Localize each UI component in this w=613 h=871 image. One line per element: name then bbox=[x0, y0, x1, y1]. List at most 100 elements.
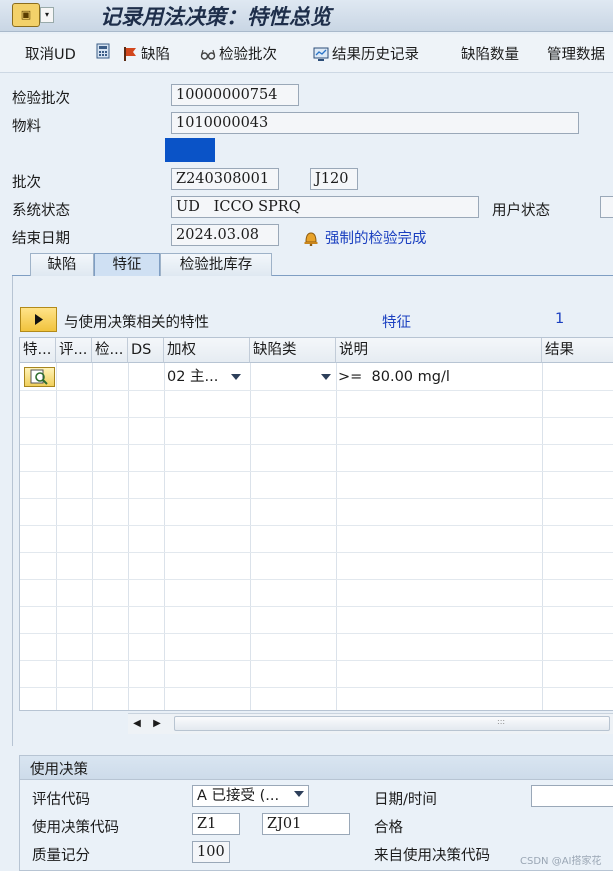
cancel-ud-label: 取消UD bbox=[25, 47, 76, 63]
valuation-code-label: 评估代码 bbox=[32, 792, 90, 808]
description-cell: >= 80.00 mg/l bbox=[338, 369, 450, 385]
sap-app-icon[interactable]: ▣ bbox=[12, 3, 40, 27]
characteristic-count: 1 bbox=[555, 311, 565, 327]
grid-row-line bbox=[20, 498, 613, 499]
manage-data-button[interactable]: 管理数据 bbox=[547, 43, 605, 64]
result-history-label: 结果历史记录 bbox=[332, 47, 419, 63]
page-title: 记录用法决策：特性总览 bbox=[100, 4, 331, 29]
scroll-thumb[interactable]: ::: bbox=[174, 716, 610, 731]
user-status-field[interactable] bbox=[600, 196, 613, 218]
forced-completion-text: 强制的检验完成 bbox=[325, 231, 427, 247]
inspection-lot-button[interactable]: 检验批次 bbox=[200, 43, 277, 64]
column-header[interactable]: 说明 bbox=[336, 338, 542, 363]
menu-dropdown-icon[interactable]: ▾ bbox=[40, 7, 54, 23]
ud-code-group-field[interactable]: Z1 bbox=[192, 813, 240, 835]
column-header[interactable]: 特... bbox=[20, 338, 56, 363]
defects-label: 缺陷 bbox=[141, 47, 170, 63]
cancel-ud-button[interactable]: 取消UD bbox=[25, 43, 76, 64]
user-status-label: 用户状态 bbox=[492, 203, 550, 219]
flag-icon bbox=[124, 46, 136, 61]
group-label: 与使用决策相关的特性 bbox=[64, 315, 209, 331]
ud-code-label: 使用决策代码 bbox=[32, 820, 119, 836]
ud-code-field[interactable]: ZJ01 bbox=[262, 813, 350, 835]
result-cell[interactable] bbox=[543, 367, 613, 387]
weight-dropdown[interactable]: 02 主... bbox=[165, 367, 249, 387]
usage-decision-title: 使用决策 bbox=[30, 762, 88, 778]
characteristic-filter-label: 特征 bbox=[382, 315, 411, 331]
ud-code-text: 合格 bbox=[374, 820, 403, 836]
inspection-lot-field-label: 检验批次 bbox=[12, 91, 70, 107]
date-time-field[interactable] bbox=[531, 785, 613, 807]
inspection-lot-field[interactable]: 10000000754 bbox=[171, 84, 299, 106]
monitor-icon bbox=[313, 47, 329, 61]
grid-row-line bbox=[20, 579, 613, 580]
manage-data-label: 管理数据 bbox=[547, 47, 605, 63]
grid-row-line bbox=[20, 471, 613, 472]
scroll-right-icon[interactable]: ▶ bbox=[150, 717, 164, 731]
forced-completion-link[interactable]: 强制的检验完成 bbox=[302, 227, 427, 248]
grid-column bbox=[128, 363, 165, 710]
highlight-block bbox=[165, 138, 215, 162]
quality-score-field[interactable]: 100 bbox=[192, 841, 230, 863]
bell-icon bbox=[304, 231, 318, 246]
defect-quantity-label: 缺陷数量 bbox=[461, 47, 519, 63]
tab-characteristics-label: 特征 bbox=[112, 257, 142, 273]
grid-row-line bbox=[20, 687, 613, 688]
grid-column bbox=[250, 363, 337, 710]
plant-field[interactable]: J120 bbox=[310, 168, 358, 190]
defect-class-dropdown[interactable] bbox=[251, 367, 335, 387]
grid-row-line bbox=[20, 444, 613, 445]
scroll-left-icon[interactable]: ◀ bbox=[130, 717, 144, 731]
characteristics-table: 特... 评... 检... DS 加权 缺陷类 说明 结果 02 主... >… bbox=[19, 337, 613, 711]
grip-icon: ::: bbox=[497, 717, 506, 726]
material-field-label: 物料 bbox=[12, 119, 41, 135]
chevron-down-icon bbox=[231, 374, 241, 380]
date-time-label: 日期/时间 bbox=[374, 792, 437, 808]
magnifier-icon bbox=[30, 369, 48, 385]
column-header[interactable]: 结果 bbox=[542, 338, 613, 363]
batch-field-label: 批次 bbox=[12, 175, 41, 191]
play-icon bbox=[35, 314, 43, 325]
column-header[interactable]: 检... bbox=[92, 338, 128, 363]
grid-row-line bbox=[20, 552, 613, 553]
tab-characteristics[interactable]: 特征 bbox=[94, 253, 160, 276]
grid-column bbox=[56, 363, 93, 710]
chevron-down-icon bbox=[294, 791, 304, 797]
defects-button[interactable]: 缺陷 bbox=[122, 43, 170, 64]
horizontal-scrollbar[interactable]: ◀ ▶ ::: bbox=[128, 713, 613, 734]
column-header[interactable]: DS bbox=[128, 338, 164, 363]
tab-lot-stock-label: 检验批库存 bbox=[179, 257, 253, 273]
grid-column bbox=[164, 363, 251, 710]
tab-defects[interactable]: 缺陷 bbox=[30, 253, 94, 276]
quality-score-label: 质量记分 bbox=[32, 848, 90, 864]
tab-lot-stock[interactable]: 检验批库存 bbox=[160, 253, 272, 276]
chevron-down-icon bbox=[321, 374, 331, 380]
grid-column bbox=[92, 363, 129, 710]
result-entry-button[interactable] bbox=[24, 367, 55, 387]
from-ud-code-label: 来自使用决策代码 bbox=[374, 848, 490, 864]
column-header[interactable]: 加权 bbox=[164, 338, 250, 363]
grid-row-line bbox=[20, 417, 613, 418]
system-status-field[interactable]: UD ICCO SPRQ bbox=[171, 196, 479, 218]
material-field[interactable]: 1010000043 bbox=[171, 112, 579, 134]
weight-value: 02 主... bbox=[167, 369, 219, 385]
grid-row-line bbox=[20, 390, 613, 391]
batch-field[interactable]: Z240308001 bbox=[171, 168, 279, 190]
valuation-code-dropdown[interactable]: A 已接受 (... bbox=[192, 785, 309, 807]
column-header[interactable]: 评... bbox=[56, 338, 92, 363]
usage-decision-header: 使用决策 bbox=[20, 756, 613, 780]
grid-row-line bbox=[20, 525, 613, 526]
inspection-lot-label: 检验批次 bbox=[219, 47, 277, 63]
end-date-label: 结束日期 bbox=[12, 231, 70, 247]
tab-defects-label: 缺陷 bbox=[47, 257, 77, 273]
end-date-field[interactable]: 2024.03.08 bbox=[171, 224, 279, 246]
title-bar: ▣ ▾ 记录用法决策：特性总览 bbox=[0, 0, 613, 32]
expand-group-button[interactable] bbox=[20, 307, 57, 332]
column-header[interactable]: 缺陷类 bbox=[250, 338, 336, 363]
watermark: CSDN @AI搭家花 bbox=[520, 856, 602, 867]
glasses-icon bbox=[200, 49, 216, 60]
grid-row-line bbox=[20, 660, 613, 661]
defect-quantity-button[interactable]: 缺陷数量 bbox=[461, 43, 519, 64]
calculator-button[interactable] bbox=[95, 43, 111, 59]
result-history-button[interactable]: 结果历史记录 bbox=[313, 43, 419, 64]
